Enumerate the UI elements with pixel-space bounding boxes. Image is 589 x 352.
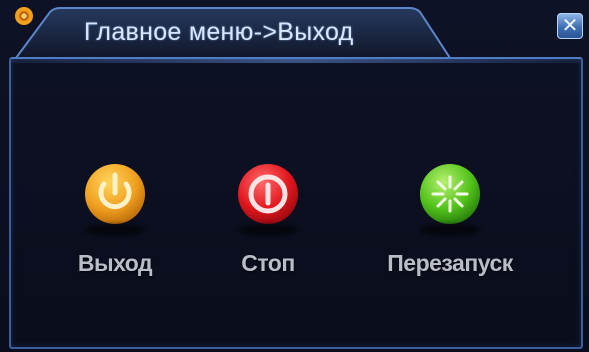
restart-button[interactable]: Перезапуск — [370, 158, 530, 277]
shutdown-button[interactable]: Стоп — [188, 158, 348, 277]
close-icon: ✕ — [561, 15, 579, 37]
logout-button[interactable]: Выход — [35, 158, 195, 277]
shutdown-label: Стоп — [241, 250, 295, 276]
close-button[interactable]: ✕ — [557, 13, 583, 39]
panel-top-highlight — [11, 59, 581, 63]
window-title: Главное меню->Выход — [84, 18, 354, 46]
power-icon — [75, 158, 155, 238]
title-tab: Главное меню->Выход — [14, 6, 454, 58]
logout-label: Выход — [77, 250, 153, 276]
stop-icon — [228, 158, 308, 238]
restart-label: Перезапуск — [387, 250, 513, 276]
dialog-frame: Главное меню->Выход ✕ Выход Стоп Перезап… — [0, 0, 589, 352]
restart-icon — [410, 158, 490, 238]
menu-logo-icon — [15, 7, 33, 25]
exit-dialog: Главное меню->Выход ✕ Выход Стоп Перезап… — [0, 0, 589, 352]
